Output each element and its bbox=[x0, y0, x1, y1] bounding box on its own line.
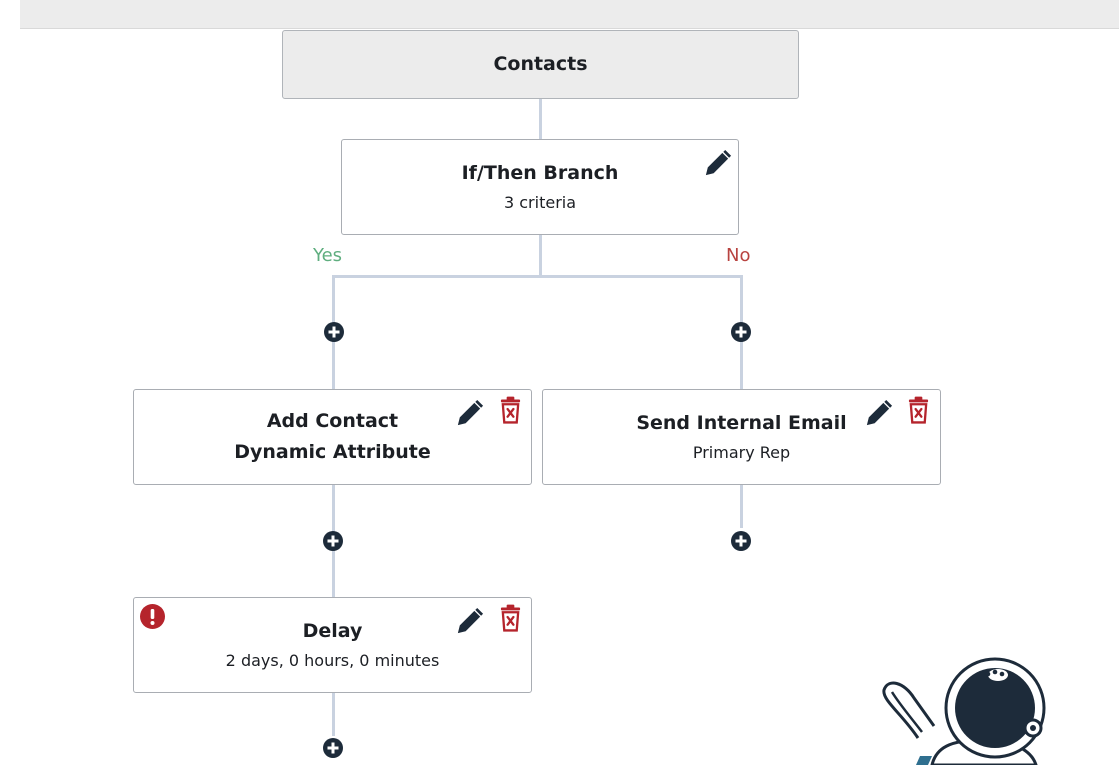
connector-branch-split bbox=[539, 234, 542, 276]
root-node-contacts[interactable]: Contacts bbox=[282, 30, 799, 99]
connector-split-horizontal bbox=[332, 275, 743, 278]
add-step-button-yes-1[interactable] bbox=[324, 322, 344, 342]
add-step-button-no-1[interactable] bbox=[731, 322, 751, 342]
root-node-title: Contacts bbox=[493, 53, 588, 75]
edit-icon[interactable] bbox=[863, 398, 894, 429]
connector-no-after-email bbox=[740, 484, 743, 528]
action-node-subtitle: Primary Rep bbox=[692, 442, 791, 462]
action-node-send-internal-email[interactable]: Send Internal Email Primary Rep bbox=[542, 389, 941, 485]
branch-node[interactable]: If/Then Branch 3 criteria bbox=[341, 139, 739, 235]
connector-root-branch bbox=[539, 98, 542, 140]
action-node-title: Delay bbox=[302, 619, 363, 642]
action-node-add-dynamic-attribute[interactable]: Add Contact Dynamic Attribute bbox=[133, 389, 532, 485]
action-node-title: Send Internal Email bbox=[636, 411, 847, 434]
yes-branch-label: Yes bbox=[313, 245, 343, 266]
branch-node-subtitle: 3 criteria bbox=[503, 192, 577, 212]
action-node-subtitle: 2 days, 0 hours, 0 minutes bbox=[225, 650, 440, 670]
delete-icon[interactable] bbox=[907, 396, 930, 424]
astronaut-mascot bbox=[882, 657, 1046, 765]
delete-icon[interactable] bbox=[499, 604, 522, 632]
edit-icon[interactable] bbox=[454, 398, 485, 429]
edit-icon[interactable] bbox=[702, 148, 733, 179]
delete-icon[interactable] bbox=[499, 396, 522, 424]
edit-icon[interactable] bbox=[454, 606, 485, 637]
top-toolbar bbox=[20, 0, 1119, 29]
branch-node-title: If/Then Branch bbox=[461, 161, 619, 184]
connector-after-delay bbox=[332, 692, 335, 736]
no-branch-label: No bbox=[726, 245, 751, 266]
add-step-button-yes-3[interactable] bbox=[323, 738, 343, 758]
action-node-title-line2: Dynamic Attribute bbox=[234, 441, 431, 463]
add-step-button-yes-2[interactable] bbox=[323, 531, 343, 551]
add-step-button-no-2[interactable] bbox=[731, 531, 751, 551]
error-icon bbox=[140, 604, 165, 629]
action-node-title-line1: Add Contact bbox=[266, 410, 399, 432]
action-node-delay[interactable]: Delay 2 days, 0 hours, 0 minutes bbox=[133, 597, 532, 693]
